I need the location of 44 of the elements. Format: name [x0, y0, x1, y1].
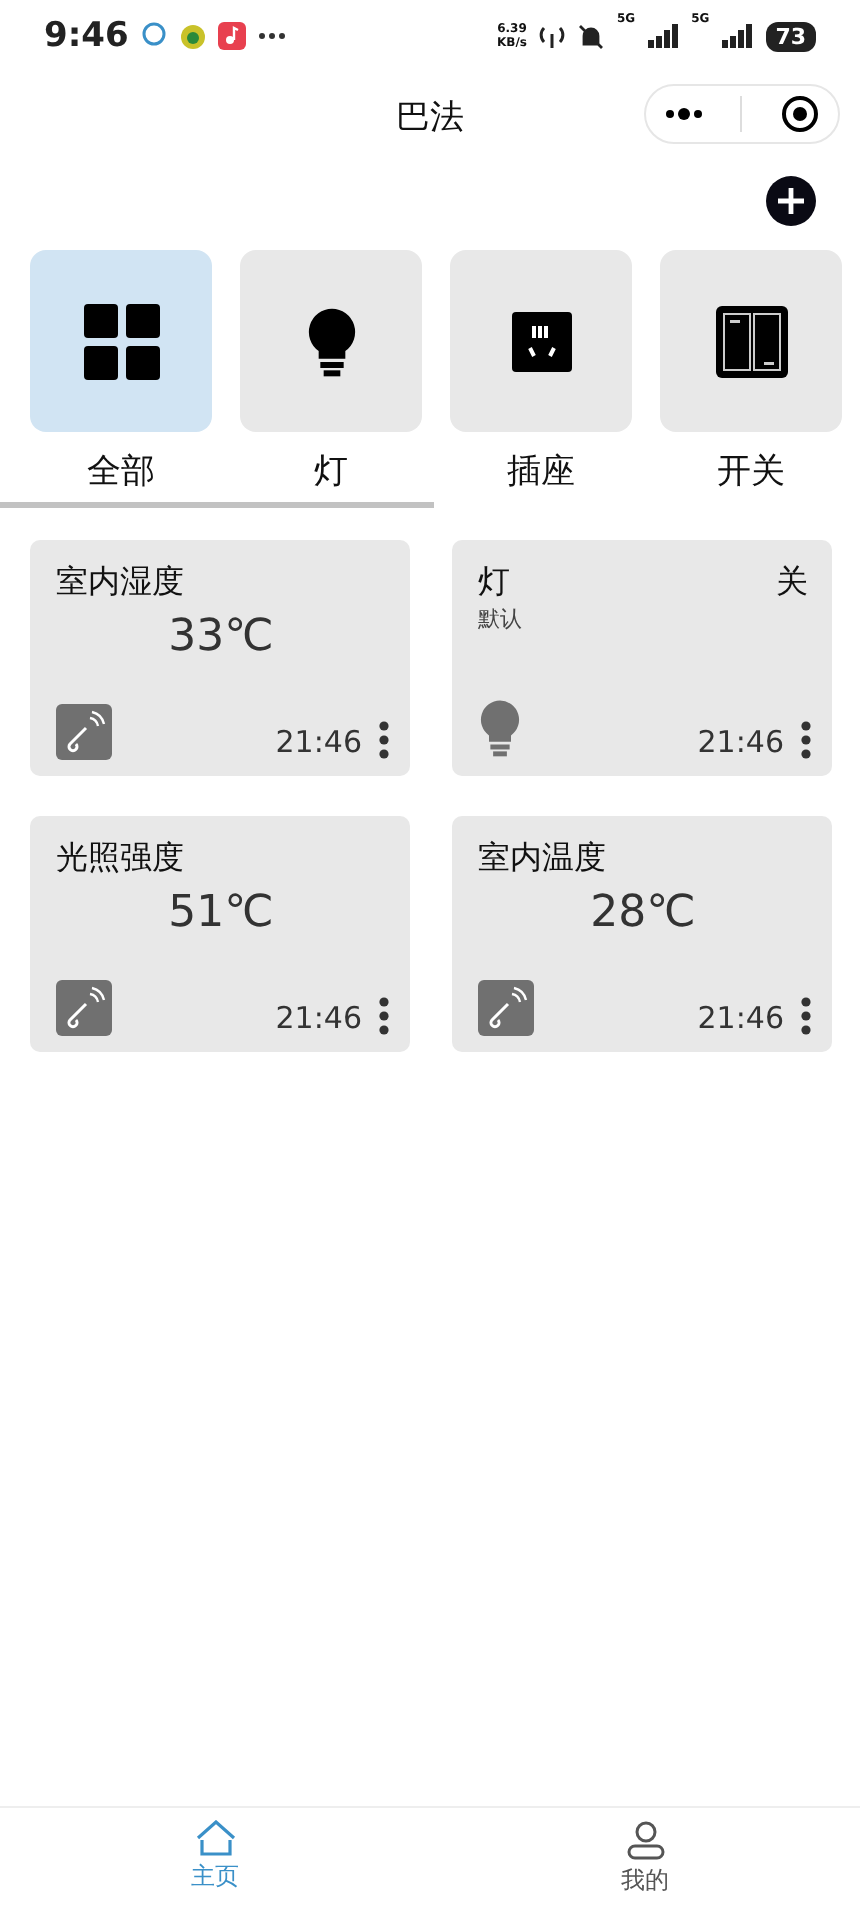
nav-tab[interactable]: 我的 — [430, 1808, 860, 1912]
device-name: 灯 — [478, 560, 510, 604]
sensor-icon — [56, 704, 112, 760]
device-name: 室内湿度 — [56, 560, 186, 604]
update-time: 21:46 — [275, 724, 362, 760]
device-card[interactable]: 灯 关 默认 21:46 — [452, 540, 832, 776]
page-title: 巴法 — [396, 95, 464, 139]
update-time: 21:46 — [697, 1000, 784, 1036]
device-card[interactable]: 室内温度 28℃ 21:46 — [452, 816, 832, 1052]
update-time: 21:46 — [275, 1000, 362, 1036]
more-icon[interactable] — [800, 720, 812, 760]
more-icon[interactable] — [664, 108, 705, 120]
switch-icon — [715, 305, 787, 377]
device-group: 默认 — [478, 604, 808, 634]
more-icon[interactable] — [800, 996, 812, 1036]
device-value: 28℃ — [588, 888, 698, 938]
bulb-icon — [478, 696, 522, 760]
socket-icon — [511, 311, 571, 371]
more-icon — [258, 32, 287, 40]
device-value: 33℃ — [166, 612, 276, 662]
user-icon — [625, 1820, 665, 1860]
signal-icon — [647, 24, 680, 48]
hotspot-icon — [538, 24, 567, 48]
signal-icon — [721, 24, 754, 48]
more-icon[interactable] — [378, 720, 390, 760]
mute-icon — [578, 23, 605, 49]
sensor-icon — [56, 980, 112, 1036]
grid-icon — [83, 303, 159, 379]
sensor-icon — [478, 980, 534, 1036]
add-icon[interactable] — [766, 176, 816, 226]
home-icon — [195, 1820, 235, 1856]
app-icon — [180, 23, 207, 49]
device-card[interactable]: 室内湿度 33℃ 21:46 — [30, 540, 410, 776]
battery-level: 73 — [765, 21, 816, 51]
device-name: 光照强度 — [56, 836, 186, 880]
clock: 9:46 — [44, 16, 129, 56]
device-value: 51℃ — [166, 888, 276, 938]
device-card[interactable]: 光照强度 51℃ 21:46 — [30, 816, 410, 1052]
nav-tab[interactable]: 主页 — [0, 1808, 430, 1912]
more-icon[interactable] — [378, 996, 390, 1036]
device-name: 室内温度 — [478, 836, 608, 880]
update-time: 21:46 — [697, 724, 784, 760]
music-icon — [218, 22, 247, 50]
device-state: 关 — [776, 560, 808, 604]
